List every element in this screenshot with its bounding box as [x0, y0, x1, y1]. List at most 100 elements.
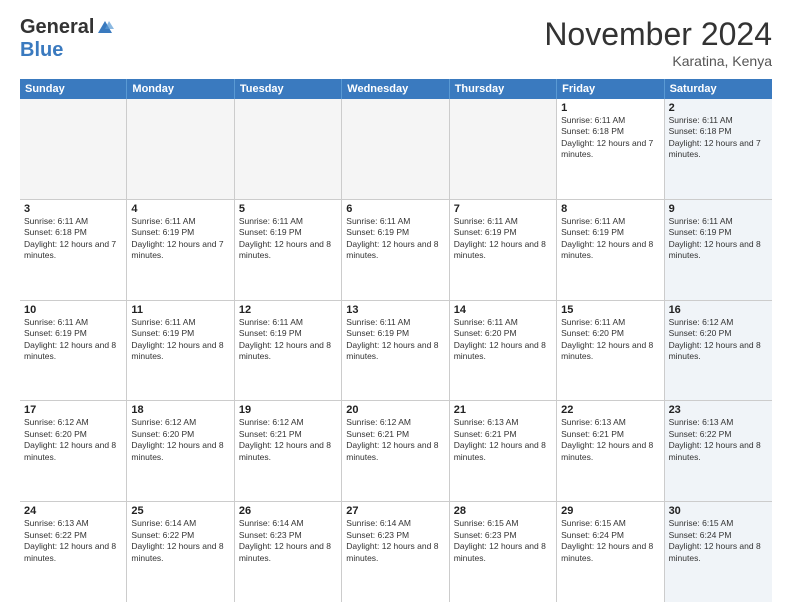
- calendar-cell: 27Sunrise: 6:14 AM Sunset: 6:23 PM Dayli…: [342, 502, 449, 602]
- calendar-cell: 12Sunrise: 6:11 AM Sunset: 6:19 PM Dayli…: [235, 301, 342, 401]
- day-number: 23: [669, 404, 768, 416]
- calendar-cell: 23Sunrise: 6:13 AM Sunset: 6:22 PM Dayli…: [665, 401, 772, 501]
- calendar-cell: [235, 99, 342, 199]
- calendar-row: 10Sunrise: 6:11 AM Sunset: 6:19 PM Dayli…: [20, 301, 772, 402]
- cell-info: Sunrise: 6:15 AM Sunset: 6:24 PM Dayligh…: [561, 518, 659, 564]
- calendar-cell: 16Sunrise: 6:12 AM Sunset: 6:20 PM Dayli…: [665, 301, 772, 401]
- day-number: 18: [131, 404, 229, 416]
- day-number: 8: [561, 203, 659, 215]
- calendar-cell: 9Sunrise: 6:11 AM Sunset: 6:19 PM Daylig…: [665, 200, 772, 300]
- logo-general-text: General: [20, 16, 94, 39]
- cell-info: Sunrise: 6:14 AM Sunset: 6:23 PM Dayligh…: [239, 518, 337, 564]
- calendar-cell: 21Sunrise: 6:13 AM Sunset: 6:21 PM Dayli…: [450, 401, 557, 501]
- day-number: 16: [669, 304, 768, 316]
- calendar-row: 17Sunrise: 6:12 AM Sunset: 6:20 PM Dayli…: [20, 401, 772, 502]
- calendar-cell: 22Sunrise: 6:13 AM Sunset: 6:21 PM Dayli…: [557, 401, 664, 501]
- cell-info: Sunrise: 6:14 AM Sunset: 6:23 PM Dayligh…: [346, 518, 444, 564]
- calendar-cell: 29Sunrise: 6:15 AM Sunset: 6:24 PM Dayli…: [557, 502, 664, 602]
- calendar-header-cell: Friday: [557, 79, 664, 99]
- day-number: 24: [24, 505, 122, 517]
- logo-icon: [96, 19, 114, 37]
- calendar-cell: 8Sunrise: 6:11 AM Sunset: 6:19 PM Daylig…: [557, 200, 664, 300]
- calendar-cell: 24Sunrise: 6:13 AM Sunset: 6:22 PM Dayli…: [20, 502, 127, 602]
- cell-info: Sunrise: 6:12 AM Sunset: 6:21 PM Dayligh…: [346, 417, 444, 463]
- cell-info: Sunrise: 6:12 AM Sunset: 6:20 PM Dayligh…: [669, 317, 768, 363]
- cell-info: Sunrise: 6:11 AM Sunset: 6:20 PM Dayligh…: [454, 317, 552, 363]
- calendar-row: 1Sunrise: 6:11 AM Sunset: 6:18 PM Daylig…: [20, 99, 772, 200]
- calendar-header-cell: Monday: [127, 79, 234, 99]
- cell-info: Sunrise: 6:14 AM Sunset: 6:22 PM Dayligh…: [131, 518, 229, 564]
- cell-info: Sunrise: 6:13 AM Sunset: 6:21 PM Dayligh…: [454, 417, 552, 463]
- day-number: 1: [561, 102, 659, 114]
- cell-info: Sunrise: 6:12 AM Sunset: 6:20 PM Dayligh…: [131, 417, 229, 463]
- day-number: 29: [561, 505, 659, 517]
- calendar-cell: [342, 99, 449, 199]
- day-number: 27: [346, 505, 444, 517]
- calendar-cell: 18Sunrise: 6:12 AM Sunset: 6:20 PM Dayli…: [127, 401, 234, 501]
- cell-info: Sunrise: 6:11 AM Sunset: 6:19 PM Dayligh…: [561, 216, 659, 262]
- calendar-cell: 13Sunrise: 6:11 AM Sunset: 6:19 PM Dayli…: [342, 301, 449, 401]
- calendar-header-cell: Wednesday: [342, 79, 449, 99]
- day-number: 19: [239, 404, 337, 416]
- cell-info: Sunrise: 6:11 AM Sunset: 6:19 PM Dayligh…: [24, 317, 122, 363]
- day-number: 4: [131, 203, 229, 215]
- day-number: 22: [561, 404, 659, 416]
- calendar-row: 3Sunrise: 6:11 AM Sunset: 6:18 PM Daylig…: [20, 200, 772, 301]
- day-number: 5: [239, 203, 337, 215]
- cell-info: Sunrise: 6:12 AM Sunset: 6:21 PM Dayligh…: [239, 417, 337, 463]
- calendar-cell: 19Sunrise: 6:12 AM Sunset: 6:21 PM Dayli…: [235, 401, 342, 501]
- day-number: 7: [454, 203, 552, 215]
- calendar-header-cell: Tuesday: [235, 79, 342, 99]
- cell-info: Sunrise: 6:11 AM Sunset: 6:19 PM Dayligh…: [239, 317, 337, 363]
- day-number: 26: [239, 505, 337, 517]
- day-number: 2: [669, 102, 768, 114]
- cell-info: Sunrise: 6:11 AM Sunset: 6:19 PM Dayligh…: [346, 317, 444, 363]
- day-number: 30: [669, 505, 768, 517]
- day-number: 12: [239, 304, 337, 316]
- calendar-cell: 25Sunrise: 6:14 AM Sunset: 6:22 PM Dayli…: [127, 502, 234, 602]
- month-title: November 2024: [544, 16, 772, 53]
- day-number: 28: [454, 505, 552, 517]
- calendar-cell: 7Sunrise: 6:11 AM Sunset: 6:19 PM Daylig…: [450, 200, 557, 300]
- calendar-cell: 17Sunrise: 6:12 AM Sunset: 6:20 PM Dayli…: [20, 401, 127, 501]
- day-number: 9: [669, 203, 768, 215]
- calendar-cell: [20, 99, 127, 199]
- calendar-cell: 11Sunrise: 6:11 AM Sunset: 6:19 PM Dayli…: [127, 301, 234, 401]
- logo-blue-text: Blue: [20, 39, 63, 61]
- cell-info: Sunrise: 6:13 AM Sunset: 6:22 PM Dayligh…: [669, 417, 768, 463]
- calendar-cell: 26Sunrise: 6:14 AM Sunset: 6:23 PM Dayli…: [235, 502, 342, 602]
- cell-info: Sunrise: 6:11 AM Sunset: 6:19 PM Dayligh…: [669, 216, 768, 262]
- calendar-cell: 30Sunrise: 6:15 AM Sunset: 6:24 PM Dayli…: [665, 502, 772, 602]
- calendar-cell: 1Sunrise: 6:11 AM Sunset: 6:18 PM Daylig…: [557, 99, 664, 199]
- cell-info: Sunrise: 6:11 AM Sunset: 6:18 PM Dayligh…: [24, 216, 122, 262]
- calendar-body: 1 Sunrise: 6:11 AM Sunset: 6:18 PM Daylig…: [20, 99, 772, 602]
- cell-info: Sunrise: 6:11 AM Sunset: 6:19 PM Dayligh…: [131, 317, 229, 363]
- calendar-cell: 2Sunrise: 6:11 AM Sunset: 6:18 PM Daylig…: [665, 99, 772, 199]
- calendar: SundayMondayTuesdayWednesdayThursdayFrid…: [20, 79, 772, 602]
- calendar-cell: 6Sunrise: 6:11 AM Sunset: 6:19 PM Daylig…: [342, 200, 449, 300]
- day-number: 14: [454, 304, 552, 316]
- calendar-cell: 4Sunrise: 6:11 AM Sunset: 6:19 PM Daylig…: [127, 200, 234, 300]
- cell-info: Sunrise: 6:11 AM Sunset: 6:19 PM Dayligh…: [346, 216, 444, 262]
- calendar-header-cell: Thursday: [450, 79, 557, 99]
- day-number: 15: [561, 304, 659, 316]
- calendar-header: SundayMondayTuesdayWednesdayThursdayFrid…: [20, 79, 772, 99]
- cell-info: Sunrise: 6:11 AM Sunset: 6:20 PM Dayligh…: [561, 317, 659, 363]
- calendar-cell: 28Sunrise: 6:15 AM Sunset: 6:23 PM Dayli…: [450, 502, 557, 602]
- day-number: 6: [346, 203, 444, 215]
- cell-info: Sunrise: 6:13 AM Sunset: 6:21 PM Dayligh…: [561, 417, 659, 463]
- calendar-cell: 5Sunrise: 6:11 AM Sunset: 6:19 PM Daylig…: [235, 200, 342, 300]
- day-number: 17: [24, 404, 122, 416]
- day-number: 25: [131, 505, 229, 517]
- calendar-cell: 3Sunrise: 6:11 AM Sunset: 6:18 PM Daylig…: [20, 200, 127, 300]
- location: Karatina, Kenya: [544, 53, 772, 69]
- logo: General Blue: [20, 16, 114, 62]
- calendar-cell: [450, 99, 557, 199]
- header: General Blue November 2024 Karatina, Ken…: [20, 16, 772, 69]
- cell-info: Sunrise: 6:12 AM Sunset: 6:20 PM Dayligh…: [24, 417, 122, 463]
- cell-info: Sunrise: 6:13 AM Sunset: 6:22 PM Dayligh…: [24, 518, 122, 564]
- page: General Blue November 2024 Karatina, Ken…: [0, 0, 792, 612]
- calendar-header-cell: Saturday: [665, 79, 772, 99]
- cell-info: Sunrise: 6:11 AM Sunset: 6:19 PM Dayligh…: [239, 216, 337, 262]
- title-section: November 2024 Karatina, Kenya: [544, 16, 772, 69]
